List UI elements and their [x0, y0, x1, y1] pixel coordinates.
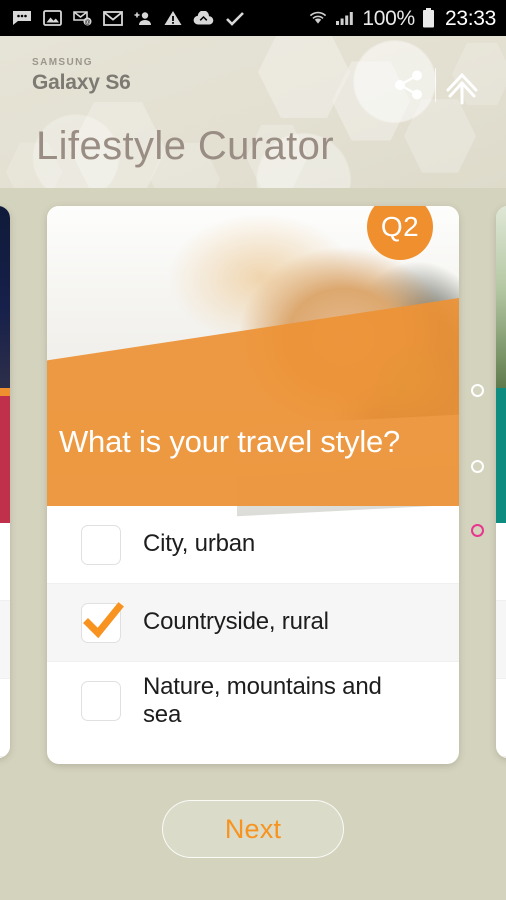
app-header: SAMSUNG Galaxy S6 Lifestyle Curator	[0, 36, 506, 188]
list-item[interactable]	[496, 679, 506, 757]
question-card-carousel[interactable]: W What is your travel style?	[0, 188, 506, 788]
previous-card-stripe	[0, 388, 10, 396]
add-person-icon	[134, 12, 151, 25]
next-card-options	[496, 523, 506, 757]
checkbox-city-urban[interactable]	[81, 524, 121, 565]
active-question-card[interactable]: What is your travel style? City, urban C…	[47, 206, 459, 764]
svg-text:@: @	[84, 20, 90, 26]
header-actions	[383, 62, 488, 108]
next-button[interactable]: Next	[162, 800, 344, 858]
brand-galaxy-label: Galaxy S6	[32, 71, 131, 94]
carousel-marker-3[interactable]	[471, 524, 484, 537]
list-item[interactable]	[496, 601, 506, 679]
option-label: City, urban	[143, 530, 256, 558]
email-at-icon: @	[73, 11, 92, 26]
signal-icon	[336, 12, 354, 25]
option-label: Countryside, rural	[143, 608, 329, 636]
battery-icon	[422, 8, 434, 28]
next-card-question-band: W	[496, 388, 506, 523]
samsung-galaxy-logo: SAMSUNG Galaxy S6	[32, 57, 131, 94]
brand-samsung-label: SAMSUNG	[32, 57, 93, 68]
checkbox-countryside-rural[interactable]	[81, 601, 124, 643]
next-question-card[interactable]: W	[496, 206, 506, 758]
clock-label: 23:33	[444, 6, 496, 30]
previous-card-question-band	[0, 388, 10, 523]
previous-question-card[interactable]	[0, 206, 10, 758]
status-bar-system-icons: 100% 23:33	[308, 8, 496, 29]
list-item[interactable]	[0, 523, 10, 601]
option-row-city-urban[interactable]: City, urban	[47, 506, 459, 584]
checkbox-nature-mountains-sea[interactable]	[81, 681, 121, 721]
answer-options-list: City, urban Countryside, rural Nature, m…	[47, 506, 459, 740]
wifi-icon	[310, 11, 327, 24]
previous-card-photo	[0, 206, 10, 388]
option-label: Nature, mountains and sea	[143, 672, 382, 728]
page-title: Lifestyle Curator	[36, 124, 335, 168]
status-bar-notification-icons: @	[12, 10, 308, 26]
message-icon	[13, 11, 31, 25]
envelope-icon	[103, 10, 123, 26]
status-bar: @ 100% 23:33	[0, 0, 506, 36]
check-icon	[83, 601, 124, 638]
carousel-marker-1[interactable]	[471, 384, 484, 397]
option-row-nature-mountains-sea[interactable]: Nature, mountains and sea	[47, 662, 459, 740]
warning-icon	[164, 11, 182, 25]
check-icon	[226, 11, 244, 26]
share-icon	[395, 70, 422, 100]
share-button[interactable]	[383, 62, 435, 108]
list-item[interactable]	[0, 679, 10, 757]
arrow-up-icon	[446, 73, 478, 105]
question-text-wrap: What is your travel style?	[47, 300, 459, 506]
list-item[interactable]	[0, 601, 10, 679]
option-row-countryside-rural[interactable]: Countryside, rural	[47, 584, 459, 662]
question-text: What is your travel style?	[59, 424, 401, 460]
previous-card-options	[0, 523, 10, 757]
image-icon	[43, 10, 62, 26]
cloud-icon	[193, 10, 214, 25]
battery-percent-label: 100%	[362, 6, 415, 30]
list-item[interactable]	[496, 523, 506, 601]
footer: Next	[0, 800, 506, 858]
next-card-photo	[496, 206, 506, 388]
app-root: @ 100% 23:33 SAMSUNG Galaxy S6 Lifestyle…	[0, 0, 506, 900]
carousel-marker-2[interactable]	[471, 460, 484, 473]
collapse-button[interactable]	[436, 62, 488, 108]
